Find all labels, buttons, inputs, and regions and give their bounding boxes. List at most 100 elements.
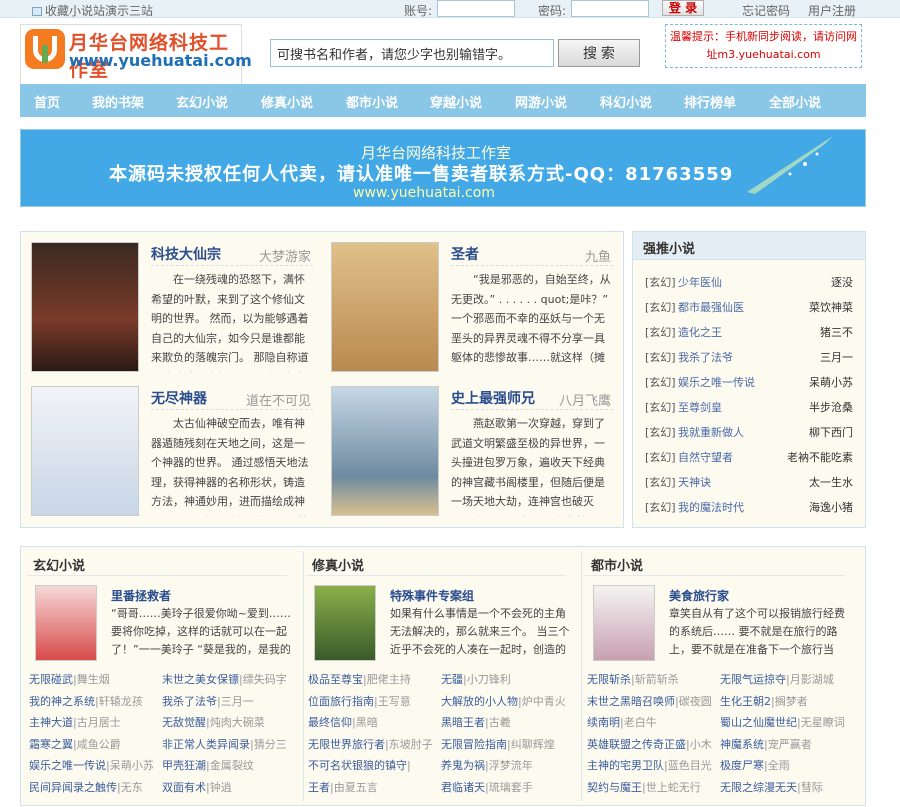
favorite-link[interactable]: 收藏小说站演示三站: [32, 2, 153, 19]
book-link[interactable]: 无疆: [441, 673, 463, 686]
author-link[interactable]: 咸鱼公爵: [77, 738, 121, 751]
author-link[interactable]: 猜分三: [254, 738, 287, 751]
book-link[interactable]: 位面旅行指南: [308, 695, 374, 708]
category-title[interactable]: 都市小说: [581, 547, 853, 577]
author-link[interactable]: 炖肉大碗菜: [210, 716, 265, 729]
book-link[interactable]: 大解放的小人物: [441, 695, 518, 708]
nav-bookshelf[interactable]: 我的书架: [92, 92, 144, 111]
book-link[interactable]: 主神大道: [29, 716, 73, 729]
book-link[interactable]: 最终信仰: [308, 716, 352, 729]
forgot-password-link[interactable]: 忘记密码: [742, 2, 790, 19]
item-book-link[interactable]: 自然守望者: [678, 449, 733, 465]
featured-book-title[interactable]: 特殊事件专案组: [390, 587, 474, 604]
login-button[interactable]: 登 录: [662, 0, 704, 16]
book-link[interactable]: 无限之综漫无天: [720, 781, 797, 794]
category-title[interactable]: 玄幻小说: [23, 547, 295, 577]
author-link[interactable]: 古羲: [489, 716, 511, 729]
nav-xiuzhen[interactable]: 修真小说: [261, 92, 313, 111]
author-link[interactable]: 钟逍: [210, 781, 232, 794]
item-book-link[interactable]: 至尊剑皇: [678, 399, 722, 415]
author-link[interactable]: 小刀锋利: [467, 673, 511, 686]
book-cover[interactable]: [31, 242, 139, 372]
author-link[interactable]: 月影湖城: [790, 673, 834, 686]
book-link[interactable]: 我的神之系统: [29, 695, 95, 708]
book-link[interactable]: 无限世界旅行者: [308, 738, 385, 751]
book-title[interactable]: 无尽神器: [151, 388, 207, 408]
book-cover[interactable]: [35, 585, 97, 661]
book-link[interactable]: 神魔系统: [720, 738, 764, 751]
author-link[interactable]: 无东: [121, 781, 143, 794]
book-link[interactable]: 极度尸寒: [720, 759, 764, 772]
author-link[interactable]: 小木: [690, 738, 712, 751]
author-link[interactable]: 彗际: [801, 781, 823, 794]
book-cover[interactable]: [331, 386, 439, 516]
register-link[interactable]: 用户注册: [808, 2, 856, 19]
book-link[interactable]: 民间异闻录之触传: [29, 781, 117, 794]
book-link[interactable]: 无限冒险指南: [441, 738, 507, 751]
author-link[interactable]: 缥失码字: [243, 673, 287, 686]
author-link[interactable]: 舞生烟: [77, 673, 110, 686]
book-link[interactable]: 君临诸天: [441, 781, 485, 794]
item-book-link[interactable]: 我的魔法时代: [678, 499, 744, 515]
nav-chuanyue[interactable]: 穿越小说: [430, 92, 482, 111]
author-link[interactable]: 宠严赢者: [768, 738, 812, 751]
book-link[interactable]: 末世之黑暗召唤师: [587, 695, 675, 708]
author-link[interactable]: 老白牛: [624, 716, 657, 729]
author-link[interactable]: 搁梦者: [775, 695, 808, 708]
author-link[interactable]: 王写意: [378, 695, 411, 708]
book-link[interactable]: 无限碰武: [29, 673, 73, 686]
book-cover[interactable]: [314, 585, 376, 661]
book-link[interactable]: 主神的宅男卫队: [587, 759, 664, 772]
nav-wangyou[interactable]: 网游小说: [515, 92, 567, 111]
book-link[interactable]: 娱乐之唯一传说: [29, 759, 106, 772]
book-title[interactable]: 圣者: [451, 244, 479, 264]
category-title[interactable]: 修真小说: [302, 547, 574, 577]
book-title[interactable]: 史上最强师兄: [451, 388, 535, 408]
author-link[interactable]: 炉中青火: [522, 695, 566, 708]
book-link[interactable]: 无敌觉醒: [162, 716, 206, 729]
item-book-link[interactable]: 都市最强仙医: [678, 299, 744, 315]
author-link[interactable]: 世上蛇无行: [646, 781, 701, 794]
author-link[interactable]: 纠聊辉煌: [511, 738, 555, 751]
book-title[interactable]: 科技大仙宗: [151, 244, 221, 264]
author-link[interactable]: 浮梦流年: [489, 759, 533, 772]
book-link[interactable]: 极品至尊宝: [308, 673, 363, 686]
nav-xuanhuan[interactable]: 玄幻小说: [176, 92, 228, 111]
nav-home[interactable]: 首页: [34, 92, 60, 111]
book-link[interactable]: 契约与魔王: [587, 781, 642, 794]
nav-dushi[interactable]: 都市小说: [346, 92, 398, 111]
book-link[interactable]: 非正常人类异闻录: [162, 738, 250, 751]
search-input[interactable]: [270, 39, 554, 67]
ad-banner[interactable]: 月华台网络科技工作室 本源码未授权任何人代卖，请认准唯一售卖者联系方式-QQ：8…: [20, 129, 866, 207]
book-link[interactable]: 养鬼为祸: [441, 759, 485, 772]
author-link[interactable]: 金属裂纹: [210, 759, 254, 772]
featured-book-title[interactable]: 里番拯救者: [111, 587, 171, 604]
author-link[interactable]: 无星瞭词: [801, 716, 845, 729]
item-book-link[interactable]: 造化之王: [678, 324, 722, 340]
book-link[interactable]: 霜寒之翼: [29, 738, 73, 751]
password-input[interactable]: [571, 0, 649, 17]
item-book-link[interactable]: 天神诀: [678, 474, 711, 490]
nav-ranking[interactable]: 排行榜单: [684, 92, 736, 111]
book-cover[interactable]: [593, 585, 655, 661]
book-link[interactable]: 黑暗王者: [441, 716, 485, 729]
site-logo[interactable]: 月华台网络科技工作室 www.yuehuatai.com: [20, 24, 252, 88]
book-link[interactable]: 甲壳狂潮: [162, 759, 206, 772]
nav-all[interactable]: 全部小说: [769, 92, 821, 111]
book-link[interactable]: 英雄联盟之传奇正盛: [587, 738, 686, 751]
book-link[interactable]: 我杀了法爷: [162, 695, 217, 708]
item-book-link[interactable]: 我就重新做人: [678, 424, 744, 440]
book-cover[interactable]: [331, 242, 439, 372]
book-link[interactable]: 生化王朝2: [720, 695, 771, 708]
book-link[interactable]: 蜀山之仙魔世纪: [720, 716, 797, 729]
account-input[interactable]: [437, 0, 515, 17]
author-link[interactable]: 全雨: [768, 759, 790, 772]
author-link[interactable]: 轩辕龙孩: [99, 695, 143, 708]
book-cover[interactable]: [31, 386, 139, 516]
author-link[interactable]: 黑暗: [356, 716, 378, 729]
book-link[interactable]: 无限斩杀: [587, 673, 631, 686]
author-link[interactable]: 肥佬主持: [367, 673, 411, 686]
book-link[interactable]: 双面有术: [162, 781, 206, 794]
author-link[interactable]: 蓝色目光: [668, 759, 712, 772]
book-link[interactable]: 王者: [308, 781, 330, 794]
